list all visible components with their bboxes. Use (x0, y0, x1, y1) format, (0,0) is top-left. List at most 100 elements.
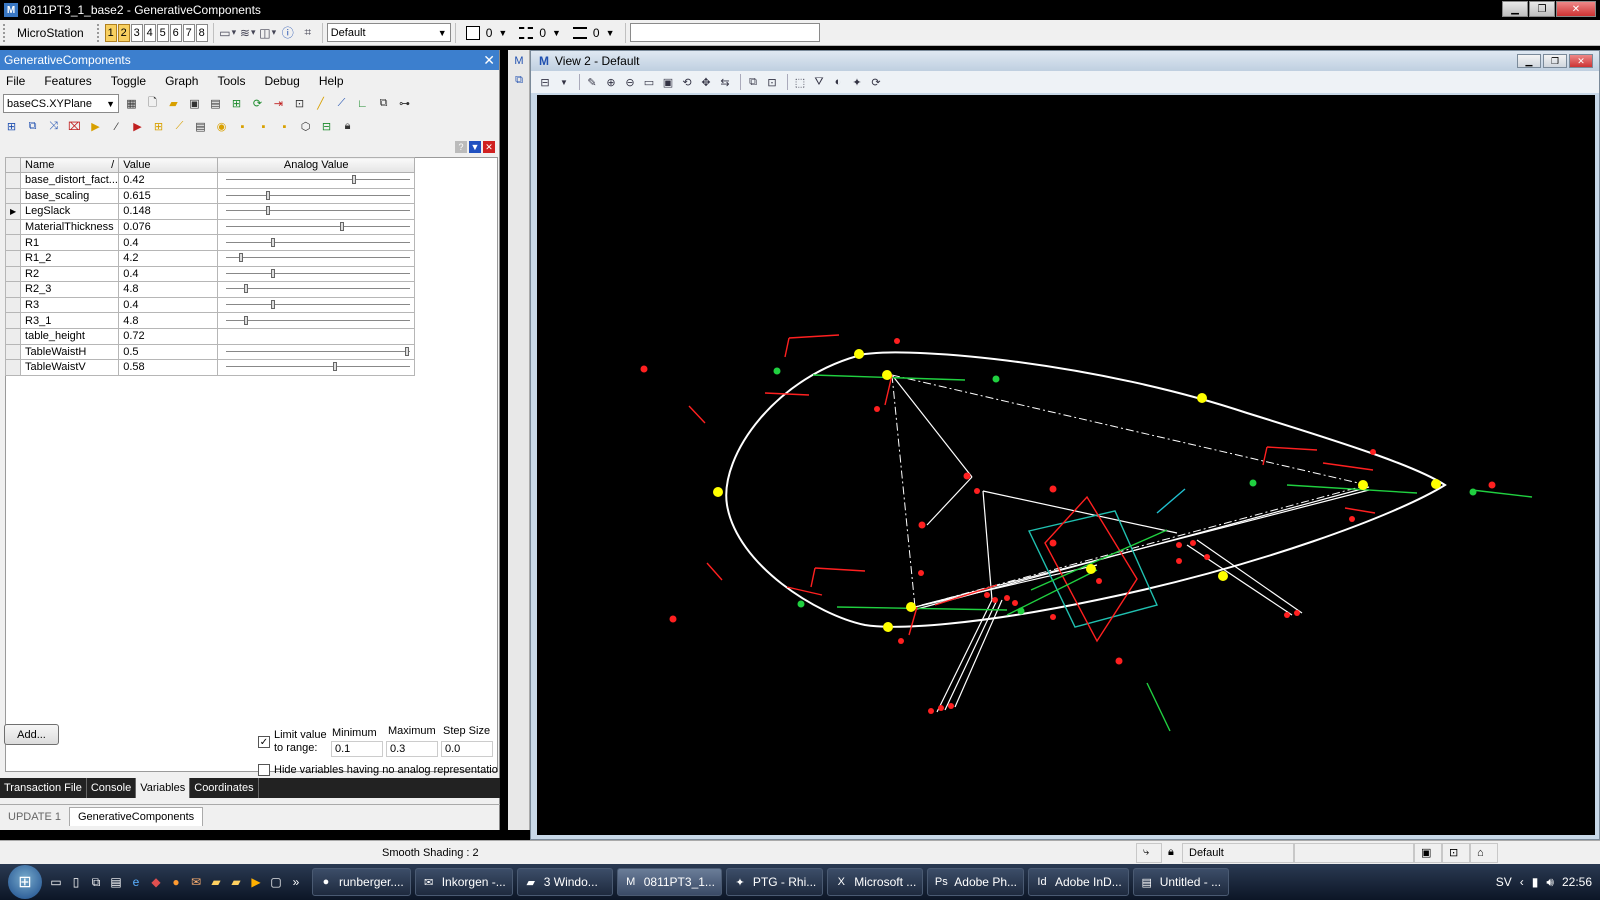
lock-icon[interactable]: 🔒︎ (339, 118, 356, 135)
slider-thumb[interactable] (271, 268, 276, 278)
slider-thumb[interactable] (244, 284, 249, 294)
display-style-icon[interactable]: ◫ (259, 25, 276, 41)
tab-transaction-file[interactable]: Transaction File (0, 778, 87, 798)
modified-status-icon[interactable]: ⊡ (1442, 842, 1470, 863)
step-size-input[interactable]: 0.0 (441, 741, 493, 757)
view-next-icon[interactable]: ⊡ (764, 74, 780, 90)
grid-points-icon[interactable]: ▪ (255, 118, 272, 135)
hide-variables-checkbox[interactable] (258, 764, 270, 776)
explorer-icon[interactable]: ▤ (108, 874, 124, 890)
menu-help[interactable]: Help (319, 74, 344, 88)
table-row[interactable]: R2_3 4.8 (4, 281, 415, 298)
table-row[interactable]: base_distort_fact... 0.42 (4, 172, 415, 189)
info-icon[interactable]: ⓘ (280, 25, 296, 41)
zoom-in-icon[interactable]: ⊕ (603, 74, 619, 90)
save-icon[interactable]: ▣ (186, 95, 203, 112)
globe-icon[interactable]: ◉ (213, 118, 230, 135)
tab-console[interactable]: Console (87, 778, 137, 798)
taskbar-button[interactable]: Id Adobe InD... (1028, 868, 1129, 896)
network-icon[interactable]: ▮ (1532, 875, 1539, 889)
view-previous-icon[interactable]: ⇆ (717, 74, 733, 90)
save-as-icon[interactable]: ▤ (207, 95, 224, 112)
style-attribute[interactable]: 0 ▼ (519, 26, 561, 40)
view-button-5[interactable]: 5 (156, 23, 169, 42)
open-folder-icon[interactable]: ▰ (165, 95, 182, 112)
chevron-down-icon[interactable]: ▼ (556, 74, 572, 90)
window-area-icon[interactable]: ▭ (641, 74, 657, 90)
pen-icon[interactable]: ⁄ (108, 118, 125, 135)
variable-value[interactable]: 0.615 (118, 187, 219, 205)
clip-volume-icon[interactable]: ⬚ (792, 74, 808, 90)
weight-attribute[interactable]: 0 ▼ (572, 26, 615, 40)
view-button-3[interactable]: 3 (130, 23, 143, 42)
taskbar-button[interactable]: ▤ Untitled - ... (1132, 868, 1229, 896)
camera-icon[interactable]: ✦ (849, 74, 865, 90)
table-row[interactable]: ▶ LegSlack 0.148 (4, 203, 415, 220)
name-column-header[interactable]: Name / (20, 157, 120, 173)
view-button-4[interactable]: 4 (143, 23, 156, 42)
more-icon[interactable]: » (288, 874, 304, 890)
close-button[interactable]: ✕ (1556, 1, 1596, 17)
axis-icon[interactable]: ∟ (354, 95, 371, 112)
cube-icon[interactable]: ⬡ (297, 118, 314, 135)
analog-slider[interactable] (222, 361, 413, 375)
taskbar-button[interactable]: ✦ PTG - Rhi... (725, 868, 824, 896)
display-style-icon[interactable]: ◐ (830, 74, 846, 90)
variable-value[interactable]: 0.72 (118, 327, 219, 345)
firefox-icon[interactable]: ● (168, 874, 184, 890)
slider-thumb[interactable] (271, 237, 276, 247)
variable-value[interactable]: 4.8 (118, 281, 219, 298)
clip-mask-icon[interactable]: ⛛ (811, 74, 827, 90)
active-level[interactable]: Default (1182, 842, 1294, 863)
variable-value[interactable]: 0.58 (118, 359, 219, 376)
add-variable-button[interactable]: Add... (4, 724, 59, 745)
minimum-input[interactable]: 0.1 (331, 741, 383, 757)
analog-slider[interactable] (222, 267, 413, 281)
delete-feature-icon[interactable]: ⌧ (66, 118, 83, 135)
analog-slider[interactable] (222, 298, 413, 312)
menu-toggle[interactable]: Toggle (111, 74, 146, 88)
taskbar-button[interactable]: ✉ Inkorgen -... (414, 868, 513, 896)
slider-thumb[interactable] (339, 222, 344, 232)
mail-icon[interactable]: ✉ (188, 874, 204, 890)
view-attributes-icon[interactable]: ▭ (219, 25, 236, 41)
slider-thumb[interactable] (244, 315, 249, 325)
variable-value[interactable]: 4.2 (118, 249, 219, 267)
variable-value[interactable]: 0.4 (118, 265, 219, 283)
volume-icon[interactable]: 🔊︎ (1546, 875, 1554, 890)
slider-thumb[interactable] (332, 362, 337, 372)
lower-tab-generativecomponents[interactable]: GenerativeComponents (68, 807, 204, 826)
layout-icon[interactable]: ⊟ (318, 118, 335, 135)
table-row[interactable]: TableWaistV 0.58 (4, 359, 415, 376)
toolbar-grip[interactable] (96, 23, 102, 42)
document-icon[interactable]: ▯ (68, 874, 84, 890)
variable-value[interactable]: 0.5 (118, 343, 219, 361)
variable-value[interactable]: 0.4 (118, 296, 219, 314)
update-view-icon[interactable]: ✎ (584, 74, 600, 90)
analog-slider[interactable] (222, 251, 413, 265)
app-icon[interactable]: ▢ (268, 874, 284, 890)
pan-view-icon[interactable]: ✥ (698, 74, 714, 90)
slider-thumb[interactable] (266, 190, 271, 200)
grid-icon[interactable]: ▦ (123, 95, 140, 112)
analog-slider[interactable] (222, 283, 413, 297)
toolbar-grip[interactable] (3, 23, 8, 42)
menu-features[interactable]: Features (44, 74, 91, 88)
variable-value[interactable]: 0.4 (118, 234, 219, 251)
analog-slider[interactable] (222, 189, 413, 203)
line-tool-icon[interactable]: ⟋ (333, 95, 350, 112)
menu-tools[interactable]: Tools (217, 74, 245, 88)
cs-combo[interactable]: baseCS.XYPlane ▼ (3, 94, 119, 113)
table-row[interactable]: MaterialThickness 0.076 (4, 218, 415, 236)
script-icon[interactable]: ▶ (129, 118, 146, 135)
taskbar-button[interactable]: M 0811PT3_1... (616, 868, 722, 896)
snap-icon[interactable]: ⤷ (1136, 842, 1162, 863)
snap-icon[interactable]: ⌗ (300, 25, 316, 41)
table-row[interactable]: R1 0.4 (4, 234, 415, 251)
print-status-icon[interactable]: ⌂ (1470, 842, 1498, 863)
zoom-out-icon[interactable]: ⊖ (622, 74, 638, 90)
copy-view-icon[interactable]: ⧉ (745, 74, 761, 90)
help-icon[interactable]: ? (455, 141, 467, 153)
lower-tab-update-1[interactable]: UPDATE 1 (0, 808, 69, 826)
view-button-6[interactable]: 6 (169, 23, 182, 42)
